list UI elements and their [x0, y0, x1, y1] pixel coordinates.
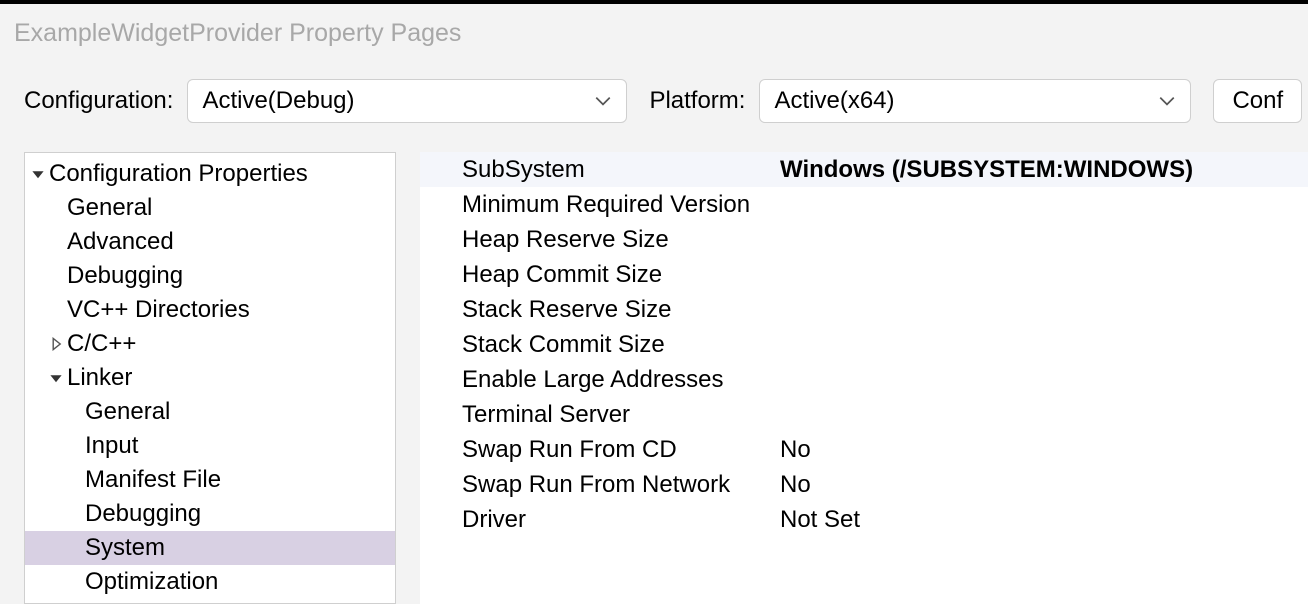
tree-label: Manifest File — [85, 466, 221, 494]
prop-label: Terminal Server — [420, 401, 780, 429]
tree-item-linker-general[interactable]: General — [25, 395, 395, 429]
tree-label: Advanced — [67, 228, 174, 256]
prop-min-required-version[interactable]: Minimum Required Version — [420, 187, 1308, 222]
caret-right-icon — [49, 337, 63, 351]
prop-heap-commit-size[interactable]: Heap Commit Size — [420, 257, 1308, 292]
configuration-dropdown[interactable]: Active(Debug) — [187, 79, 627, 123]
caret-down-icon — [49, 371, 63, 385]
prop-swap-run-from-network[interactable]: Swap Run From Network No — [420, 467, 1308, 502]
navigation-tree[interactable]: Configuration Properties General Advance… — [24, 152, 396, 604]
prop-value[interactable]: No — [780, 436, 1308, 464]
prop-label: Heap Reserve Size — [420, 226, 780, 254]
tree-item-advanced[interactable]: Advanced — [25, 225, 395, 259]
configuration-manager-button[interactable]: Conf — [1213, 79, 1302, 123]
prop-label: Stack Commit Size — [420, 331, 780, 359]
property-pages-window: ExampleWidgetProvider Property Pages Con… — [0, 0, 1308, 604]
chevron-down-icon — [1158, 92, 1176, 110]
configuration-label: Configuration: — [24, 87, 173, 115]
tree-label: Configuration Properties — [49, 160, 308, 188]
prop-enable-large-addresses[interactable]: Enable Large Addresses — [420, 362, 1308, 397]
prop-label: Enable Large Addresses — [420, 366, 780, 394]
window-title: ExampleWidgetProvider Property Pages — [14, 19, 461, 48]
tree-label: Linker — [67, 364, 132, 392]
tree-item-debugging[interactable]: Debugging — [25, 259, 395, 293]
prop-swap-run-from-cd[interactable]: Swap Run From CD No — [420, 432, 1308, 467]
tree-item-linker-system[interactable]: System — [25, 531, 395, 565]
tree-label: General — [85, 398, 170, 426]
configuration-manager-label: Conf — [1232, 87, 1283, 115]
prop-subsystem[interactable]: SubSystem Windows (/SUBSYSTEM:WINDOWS) — [420, 152, 1308, 187]
tree-label: C/C++ — [67, 330, 136, 358]
platform-label: Platform: — [649, 87, 745, 115]
prop-stack-commit-size[interactable]: Stack Commit Size — [420, 327, 1308, 362]
tree-item-ccpp[interactable]: C/C++ — [25, 327, 395, 361]
prop-terminal-server[interactable]: Terminal Server — [420, 397, 1308, 432]
prop-value[interactable]: No — [780, 471, 1308, 499]
configuration-value: Active(Debug) — [202, 87, 354, 115]
caret-down-icon — [31, 167, 45, 181]
content-area: Configuration Properties General Advance… — [0, 140, 1308, 604]
tree-item-linker-manifest-file[interactable]: Manifest File — [25, 463, 395, 497]
tree-label: Debugging — [85, 500, 201, 528]
chevron-down-icon — [594, 92, 612, 110]
tree-label: System — [85, 534, 165, 562]
tree-label: Optimization — [85, 568, 218, 596]
prop-stack-reserve-size[interactable]: Stack Reserve Size — [420, 292, 1308, 327]
prop-label: Swap Run From CD — [420, 436, 780, 464]
tree-label: VC++ Directories — [67, 296, 250, 324]
tree-label: Debugging — [67, 262, 183, 290]
prop-label: SubSystem — [420, 156, 780, 184]
platform-dropdown[interactable]: Active(x64) — [759, 79, 1191, 123]
tree-item-linker-optimization[interactable]: Optimization — [25, 565, 395, 599]
tree-item-vcpp-directories[interactable]: VC++ Directories — [25, 293, 395, 327]
prop-driver[interactable]: Driver Not Set — [420, 502, 1308, 537]
prop-value[interactable]: Not Set — [780, 506, 1308, 534]
prop-label: Stack Reserve Size — [420, 296, 780, 324]
prop-label: Swap Run From Network — [420, 471, 780, 499]
prop-label: Minimum Required Version — [420, 191, 780, 219]
tree-item-linker[interactable]: Linker — [25, 361, 395, 395]
prop-heap-reserve-size[interactable]: Heap Reserve Size — [420, 222, 1308, 257]
property-grid: SubSystem Windows (/SUBSYSTEM:WINDOWS) M… — [420, 152, 1308, 604]
tree-item-linker-debugging[interactable]: Debugging — [25, 497, 395, 531]
tree-label: Input — [85, 432, 138, 460]
tree-item-general[interactable]: General — [25, 191, 395, 225]
toolbar: Configuration: Active(Debug) Platform: A… — [0, 62, 1308, 140]
prop-label: Driver — [420, 506, 780, 534]
titlebar: ExampleWidgetProvider Property Pages — [0, 4, 1308, 62]
prop-label: Heap Commit Size — [420, 261, 780, 289]
platform-value: Active(x64) — [774, 87, 894, 115]
prop-value[interactable]: Windows (/SUBSYSTEM:WINDOWS) — [780, 156, 1308, 184]
tree-item-config-properties[interactable]: Configuration Properties — [25, 157, 395, 191]
tree-item-linker-input[interactable]: Input — [25, 429, 395, 463]
tree-label: General — [67, 194, 152, 222]
